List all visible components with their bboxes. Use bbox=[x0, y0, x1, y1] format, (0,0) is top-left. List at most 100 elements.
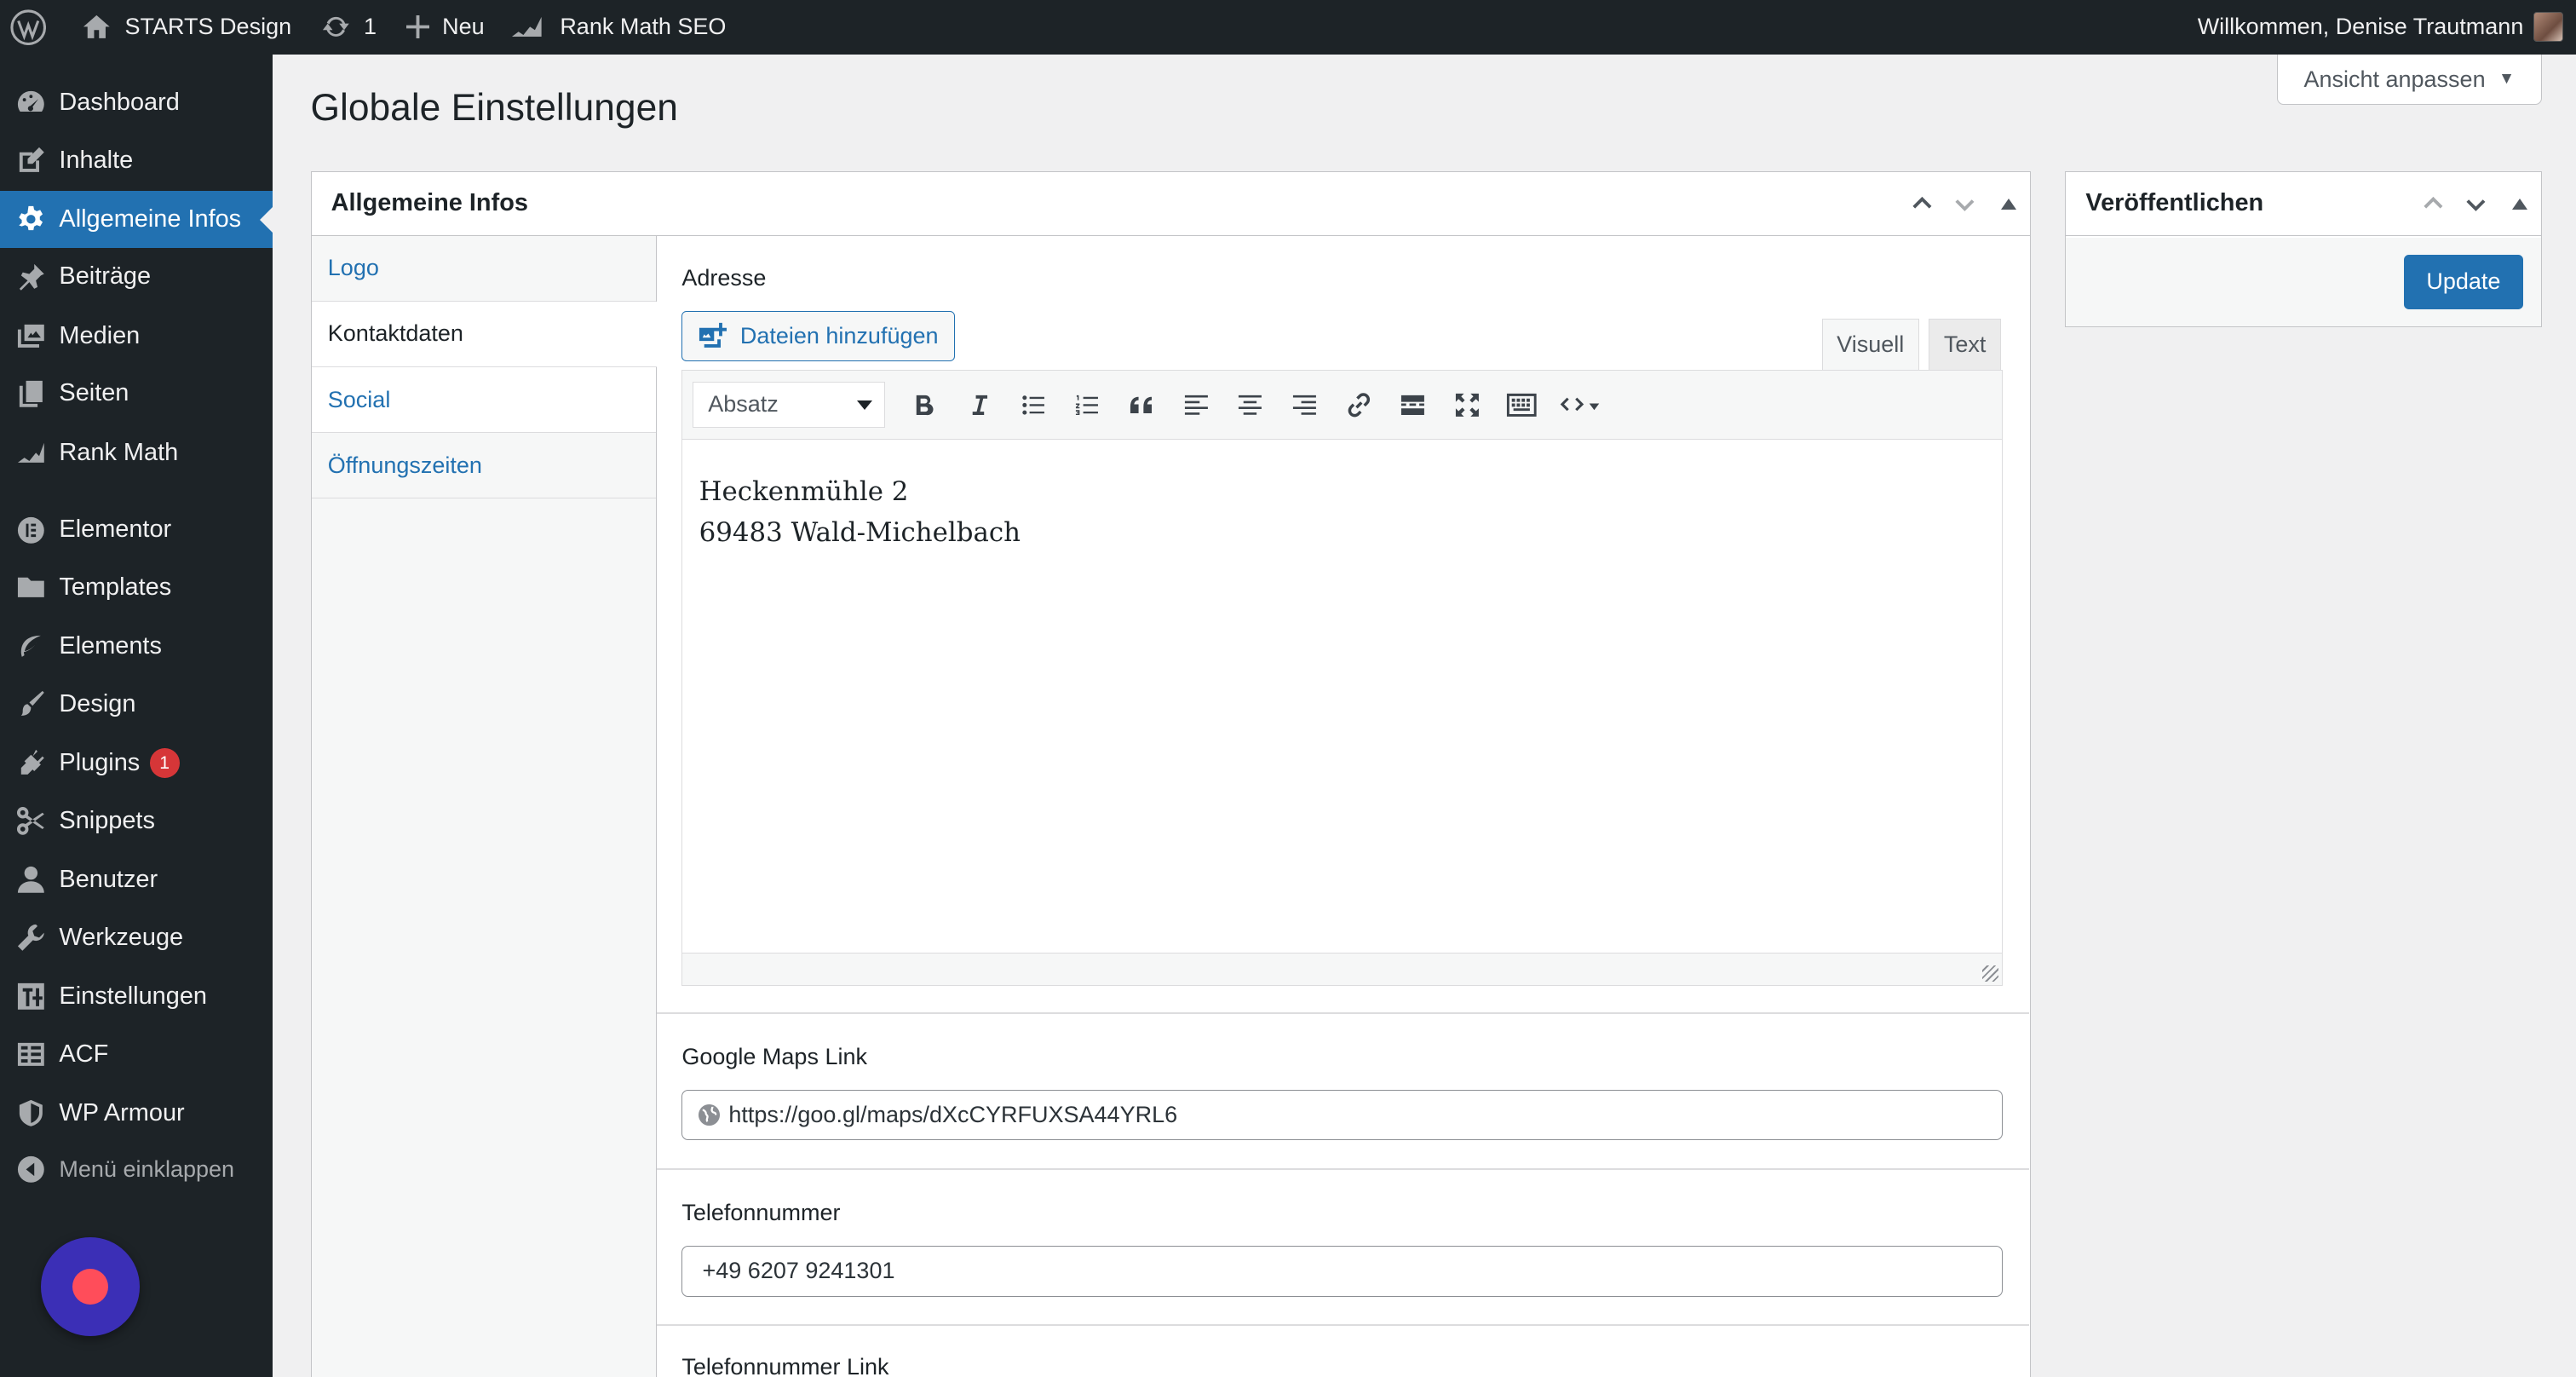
screen-options-button[interactable]: Ansicht anpassen ▼ bbox=[2277, 54, 2542, 106]
record-widget-button[interactable] bbox=[41, 1237, 140, 1336]
sidebar-item-elementor[interactable]: Elementor bbox=[0, 501, 273, 559]
toggle-panel-icon[interactable] bbox=[2512, 199, 2528, 210]
shield-icon bbox=[0, 1085, 59, 1143]
gear-icon bbox=[0, 191, 59, 249]
home-icon bbox=[83, 15, 111, 39]
updates-count: 1 bbox=[363, 14, 377, 40]
chart-icon bbox=[0, 424, 59, 482]
screen-options-label: Ansicht anpassen bbox=[2303, 66, 2486, 92]
add-media-button[interactable]: Dateien hinzufügen bbox=[681, 310, 955, 362]
fullscreen-icon[interactable] bbox=[1440, 380, 1494, 429]
leaf-icon bbox=[0, 618, 59, 676]
sidebar-item-label: Beiträge bbox=[59, 262, 152, 291]
sidebar-item-label: Werkzeuge bbox=[59, 923, 184, 951]
italic-icon[interactable] bbox=[952, 380, 1007, 429]
tab-text[interactable]: Text bbox=[1929, 319, 2002, 370]
dashboard-icon bbox=[0, 74, 59, 132]
phone-link-label: Telefonnummer Link bbox=[681, 1354, 889, 1377]
move-down-icon[interactable] bbox=[1952, 191, 1978, 217]
quote-icon[interactable] bbox=[1115, 380, 1170, 429]
toolbar-toggle-icon[interactable] bbox=[1494, 380, 1549, 429]
field-divider bbox=[657, 1012, 2029, 1014]
edit-icon bbox=[0, 131, 59, 189]
sidebar-item-label: Allgemeine Infos bbox=[59, 205, 242, 233]
tab-social[interactable]: Social bbox=[311, 367, 656, 434]
site-name-link[interactable]: STARTS Design bbox=[59, 0, 304, 55]
wordpress-logo-icon[interactable] bbox=[0, 0, 59, 55]
sidebar-item-allgemeine-infos[interactable]: Allgemeine Infos bbox=[0, 190, 273, 249]
publish-title: Veröffentlichen bbox=[2085, 189, 2264, 217]
sidebar-item-label: Seiten bbox=[59, 379, 129, 407]
move-up-icon[interactable] bbox=[1909, 191, 1935, 217]
align-left-icon[interactable] bbox=[1169, 380, 1223, 429]
editor-toolbar: Absatz bbox=[682, 370, 2002, 440]
editor-statusbar bbox=[682, 952, 2002, 986]
toggle-panel-icon[interactable] bbox=[2001, 199, 2017, 210]
sidebar-item-elements[interactable]: Elements bbox=[0, 618, 273, 676]
code-icon[interactable] bbox=[1549, 380, 1614, 429]
pages-icon bbox=[0, 365, 59, 423]
sidebar-item-einstellungen[interactable]: Einstellungen bbox=[0, 968, 273, 1026]
user-greeting[interactable]: Willkommen, Denise Trautmann bbox=[2198, 14, 2524, 40]
sidebar-item-label: Snippets bbox=[59, 806, 155, 834]
sidebar-item-inhalte[interactable]: Inhalte bbox=[0, 131, 273, 189]
admin-bar: STARTS Design 1 Neu Rank Math SEO Willko… bbox=[0, 0, 2576, 55]
sidebar-item-benutzer[interactable]: Benutzer bbox=[0, 851, 273, 909]
tab-logo[interactable]: Logo bbox=[311, 236, 656, 302]
sidebar-item-label: Inhalte bbox=[59, 146, 134, 174]
sidebar-item-label: Dashboard bbox=[59, 89, 180, 117]
read-more-icon[interactable] bbox=[1386, 380, 1440, 429]
sidebar-item-label: Elements bbox=[59, 632, 162, 660]
link-icon[interactable] bbox=[1331, 380, 1386, 429]
tab-oeffnungszeiten[interactable]: Öffnungszeiten bbox=[311, 433, 656, 499]
format-select[interactable]: Absatz bbox=[692, 381, 885, 428]
rank-math-seo-link[interactable]: Rank Math SEO bbox=[497, 0, 739, 55]
sidebar-item-acf[interactable]: ACF bbox=[0, 1025, 273, 1083]
update-button[interactable]: Update bbox=[2403, 254, 2524, 309]
sidebar-item-wp-armour[interactable]: WP Armour bbox=[0, 1085, 273, 1143]
site-name: STARTS Design bbox=[124, 14, 292, 40]
sidebar-item-dashboard[interactable]: Dashboard bbox=[0, 74, 273, 132]
move-up-icon[interactable] bbox=[2420, 191, 2447, 217]
plugins-update-badge: 1 bbox=[149, 748, 180, 779]
resize-handle-icon[interactable] bbox=[1981, 965, 1999, 982]
sidebar-item-medien[interactable]: Medien bbox=[0, 308, 273, 366]
sidebar-item-snippets[interactable]: Snippets bbox=[0, 792, 273, 850]
sidebar-item-beitraege[interactable]: Beiträge bbox=[0, 248, 273, 306]
address-content[interactable]: Heckenmühle 2 69483 Wald-Michelbach bbox=[682, 441, 2002, 953]
align-center-icon[interactable] bbox=[1223, 380, 1278, 429]
sidebar-item-templates[interactable]: Templates bbox=[0, 559, 273, 617]
phone-input[interactable]: +49 6207 9241301 bbox=[681, 1245, 2003, 1297]
globe-icon bbox=[698, 1104, 720, 1126]
sliders-icon bbox=[0, 968, 59, 1026]
caret-down-icon: ▼ bbox=[2498, 70, 2516, 89]
tab-visual[interactable]: Visuell bbox=[1821, 319, 1919, 370]
numbered-list-icon[interactable] bbox=[1061, 380, 1115, 429]
address-line-2: 69483 Wald-Michelbach bbox=[699, 516, 1021, 548]
move-down-icon[interactable] bbox=[2463, 191, 2489, 217]
maps-url-input[interactable]: https://goo.gl/maps/dXcCYRFUXSA44YRL6 bbox=[681, 1089, 2003, 1141]
admin-sidebar: Dashboard Inhalte Allgemeine Infos Beitr… bbox=[0, 54, 273, 1377]
collapse-label: Menü einklappen bbox=[59, 1155, 235, 1182]
sidebar-item-rank-math[interactable]: Rank Math bbox=[0, 424, 273, 482]
align-right-icon[interactable] bbox=[1277, 380, 1331, 429]
bullet-list-icon[interactable] bbox=[1006, 380, 1061, 429]
sidebar-item-label: Benutzer bbox=[59, 866, 158, 894]
sidebar-item-label: Einstellungen bbox=[59, 982, 207, 1011]
updates-link[interactable]: 1 bbox=[305, 0, 390, 55]
sidebar-item-design[interactable]: Design bbox=[0, 676, 273, 734]
tab-kontaktdaten[interactable]: Kontaktdaten bbox=[311, 301, 658, 368]
new-content-link[interactable]: Neu bbox=[389, 0, 497, 55]
seo-label: Rank Math SEO bbox=[560, 14, 727, 40]
sidebar-item-seiten[interactable]: Seiten bbox=[0, 365, 273, 423]
collapse-menu-button[interactable]: Menü einklappen bbox=[0, 1140, 273, 1198]
rank-math-icon bbox=[512, 17, 543, 37]
bold-icon[interactable] bbox=[898, 380, 952, 429]
add-media-label: Dateien hinzufügen bbox=[739, 322, 939, 349]
brush-icon bbox=[0, 676, 59, 734]
sidebar-item-werkzeuge[interactable]: Werkzeuge bbox=[0, 909, 273, 967]
sidebar-item-plugins[interactable]: Plugins 1 bbox=[0, 735, 273, 792]
avatar[interactable] bbox=[2533, 12, 2563, 43]
refresh-icon bbox=[322, 17, 349, 37]
user-icon bbox=[0, 851, 59, 909]
